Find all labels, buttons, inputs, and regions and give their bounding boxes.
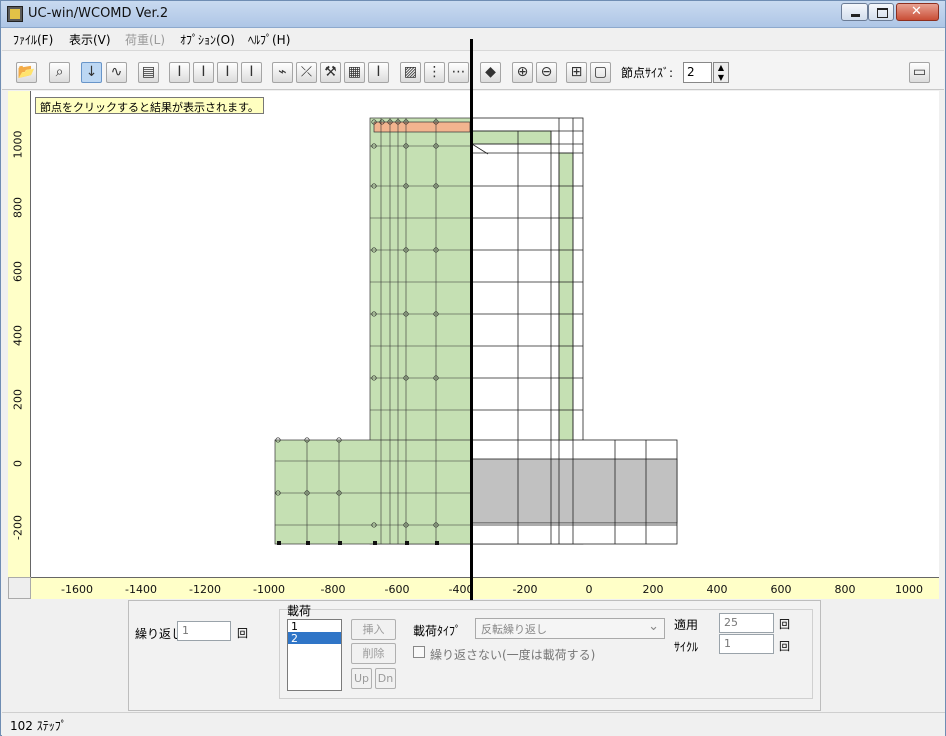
left-footing	[274, 439, 473, 545]
step-status: 102 ｽﾃｯﾌﾟ	[10, 719, 67, 733]
solid-icon[interactable]: ◆	[480, 62, 501, 83]
load-list[interactable]: 1 2	[287, 619, 342, 691]
click-node-hint: 節点をクリックすると結果が表示されます。	[35, 97, 264, 114]
minimize-button[interactable]	[841, 3, 868, 21]
ruler-corner	[8, 577, 31, 599]
beam-x-icon[interactable]: I	[193, 62, 214, 83]
no-repeat-label: 繰り返さない(一度は載荷する)	[430, 648, 596, 662]
vertical-ruler: 1000 800 600 400 200 0 -200	[8, 91, 31, 577]
fit-view-icon[interactable]: ⊞	[566, 62, 587, 83]
deform-icon[interactable]: ⌁	[272, 62, 293, 83]
cycle-input[interactable]: 1	[719, 634, 774, 654]
h-tick: -400	[448, 583, 474, 596]
beam-bar-icon[interactable]: I	[217, 62, 238, 83]
repeat-label: 繰り返し	[135, 627, 184, 641]
insert-button[interactable]: 挿入	[351, 619, 396, 640]
settings-card-icon[interactable]: ▭	[909, 62, 930, 83]
h-tick: -800	[320, 583, 346, 596]
menu-options[interactable]: ｵﾌﾟｼｮﾝ(O)	[180, 31, 235, 48]
delete-button[interactable]: 削除	[351, 643, 396, 664]
apply-input[interactable]: 25	[719, 613, 774, 633]
horizontal-ruler: -1600 -1400 -1200 -1000 -800 -600 -400 -…	[31, 577, 939, 599]
h-tick: -1400	[125, 583, 157, 596]
vertical-lines-icon[interactable]: ⋮	[424, 62, 445, 83]
node-size-spinner[interactable]: ▲ ▼	[713, 62, 729, 83]
h-tick: 1000	[895, 583, 923, 596]
v-tick: 400	[11, 325, 25, 346]
app-icon	[7, 6, 23, 22]
green-top-band	[471, 130, 552, 145]
structure-canvas[interactable]	[31, 91, 939, 577]
maximize-button[interactable]	[868, 3, 894, 21]
v-tick: 1000	[11, 130, 25, 159]
title-bar: UC-win/WCOMD Ver.2	[1, 1, 945, 28]
window-title: UC-win/WCOMD Ver.2	[28, 6, 169, 21]
h-tick: 600	[770, 583, 792, 596]
section-icon[interactable]: I	[368, 62, 389, 83]
v-tick: -200	[11, 515, 25, 540]
load-type-select[interactable]: 反転繰り返し	[475, 618, 665, 639]
down-button[interactable]: Dn	[375, 668, 396, 689]
no-repeat-checkbox[interactable]	[413, 646, 425, 658]
app-window: UC-win/WCOMD Ver.2 ﾌｧｲﾙ(F) 表示(V) 荷重(L) ｵ…	[0, 0, 946, 736]
load-type-label: 載荷ﾀｲﾌﾟ	[413, 624, 462, 638]
v-tick: 800	[11, 197, 25, 218]
h-tick: 0	[585, 583, 593, 596]
h-tick: 400	[706, 583, 728, 596]
h-tick: 200	[642, 583, 664, 596]
open-folder-icon[interactable]: 📂	[16, 62, 37, 83]
diagonal-icon[interactable]: ⤫	[296, 62, 317, 83]
frame-icon[interactable]: ▢	[590, 62, 611, 83]
load-list-item[interactable]: 1	[288, 620, 341, 633]
cycle-unit-label: 回	[779, 640, 790, 653]
load-group-label: 載荷	[287, 604, 312, 618]
h-tick: -600	[384, 583, 410, 596]
menu-load[interactable]: 荷重(L)	[125, 31, 165, 48]
repeat-unit-label: 回	[237, 627, 248, 640]
cycle-label: ｻｲｸﾙ	[674, 640, 699, 654]
status-bar: 102 ｽﾃｯﾌﾟ	[2, 712, 945, 736]
node-size-input[interactable]: 2	[683, 62, 712, 83]
apply-label: 適用	[674, 618, 699, 632]
beam-icon[interactable]: I	[169, 62, 190, 83]
node-size-label: 節点ｻｲｽﾞ:	[621, 66, 674, 80]
menu-view[interactable]: 表示(V)	[69, 31, 111, 48]
h-tick: -1200	[189, 583, 221, 596]
menu-help[interactable]: ﾍﾙﾌﾟ(H)	[248, 31, 290, 48]
hatch-icon[interactable]: ▨	[400, 62, 421, 83]
close-button[interactable]	[896, 3, 939, 21]
up-button[interactable]: Up	[351, 668, 372, 689]
dots-icon[interactable]: ⋯	[448, 62, 469, 83]
menu-bar: ﾌｧｲﾙ(F) 表示(V) 荷重(L) ｵﾌﾟｼｮﾝ(O) ﾍﾙﾌﾟ(H)	[2, 28, 944, 50]
crack-icon[interactable]: ⚒	[320, 62, 341, 83]
zoom-page-icon[interactable]: ⌕	[49, 62, 70, 83]
down-arrow-icon[interactable]: ↓	[81, 62, 102, 83]
h-tick: -200	[512, 583, 538, 596]
v-tick: 200	[11, 389, 25, 410]
zoom-out-icon[interactable]: ⊖	[536, 62, 557, 83]
h-tick: 800	[834, 583, 856, 596]
waveform-icon[interactable]: ∿	[106, 62, 127, 83]
mesh-icon[interactable]: ▦	[344, 62, 365, 83]
v-tick: 600	[11, 261, 25, 282]
h-tick: -1000	[253, 583, 285, 596]
h-tick: -1600	[61, 583, 93, 596]
menu-file[interactable]: ﾌｧｲﾙ(F)	[13, 31, 53, 48]
zoom-in-icon[interactable]: ⊕	[512, 62, 533, 83]
load-list-item-selected[interactable]: 2	[288, 632, 341, 645]
beam-box-icon[interactable]: I	[241, 62, 262, 83]
repeat-input[interactable]: 1	[177, 621, 231, 641]
apply-unit-label: 回	[779, 618, 790, 631]
toolbar: 📂 ⌕ ↓ ∿ ▤ I I I I ⌁ ⤫ ⚒ ▦ I ▨ ⋮ ⋯ ◆ ⊕ ⊖ …	[2, 50, 944, 90]
graph-icon[interactable]: ▤	[138, 62, 159, 83]
v-tick: 0	[11, 460, 25, 467]
green-right-strip	[558, 152, 574, 441]
